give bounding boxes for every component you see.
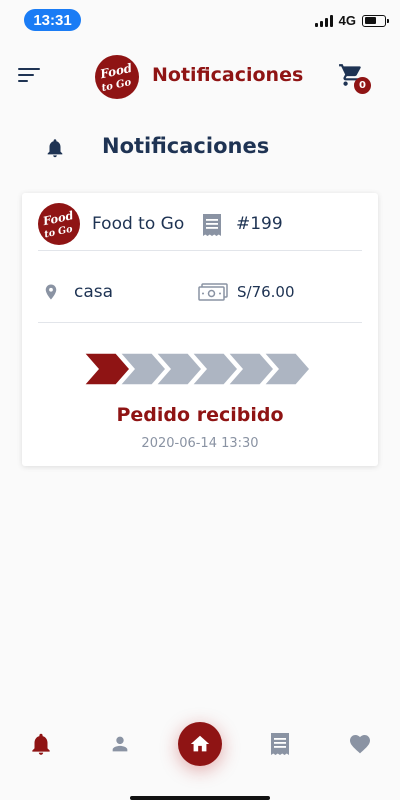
progress-step-1 xyxy=(84,352,131,386)
location-pin-icon xyxy=(45,284,57,300)
delivery-address: casa xyxy=(74,282,114,302)
section-title: Notificaciones xyxy=(102,134,270,158)
bell-icon xyxy=(32,733,50,755)
home-indicator xyxy=(130,796,270,800)
status-bar: 13:31 4G xyxy=(0,0,400,44)
bell-icon xyxy=(47,139,63,158)
app-header: Food to Go Notificaciones 0 xyxy=(0,52,400,102)
section-header: Notificaciones xyxy=(0,130,400,166)
nav-home[interactable] xyxy=(178,722,222,766)
order-status: Pedido recibido xyxy=(116,404,284,426)
notification-card[interactable]: Food to Go Food to Go #199 casa S/76.00 … xyxy=(22,193,378,466)
order-progress-chevrons xyxy=(84,352,311,386)
nav-profile[interactable] xyxy=(105,729,135,759)
nav-favorites[interactable] xyxy=(345,729,375,759)
food-to-go-logo: Food to Go xyxy=(95,55,139,99)
status-time: 13:31 xyxy=(24,9,81,31)
receipt-icon xyxy=(271,733,289,755)
nav-notifications[interactable] xyxy=(26,729,56,759)
store-name: Food to Go xyxy=(92,214,185,234)
money-icon xyxy=(198,283,228,301)
battery-icon xyxy=(362,14,389,27)
network-type: 4G xyxy=(338,13,356,28)
status-icons: 4G xyxy=(314,13,389,28)
header-title: Notificaciones xyxy=(152,64,304,86)
order-id: #199 xyxy=(236,214,283,234)
nav-orders[interactable] xyxy=(265,729,295,759)
signal-icon xyxy=(314,14,333,27)
heart-icon xyxy=(350,735,370,754)
person-icon xyxy=(112,736,128,752)
cart-count-badge: 0 xyxy=(354,77,371,94)
home-icon xyxy=(190,735,210,752)
menu-icon[interactable] xyxy=(18,68,40,86)
order-status-date: 2020-06-14 13:30 xyxy=(141,436,259,451)
card-header-row: Food to Go Food to Go #199 xyxy=(38,203,362,251)
store-logo: Food to Go xyxy=(38,203,80,245)
bottom-navigation xyxy=(0,705,400,785)
cart-button[interactable]: 0 xyxy=(338,62,372,94)
order-total: S/76.00 xyxy=(237,283,295,301)
card-details-row: casa S/76.00 xyxy=(38,263,362,323)
receipt-icon xyxy=(203,214,221,236)
